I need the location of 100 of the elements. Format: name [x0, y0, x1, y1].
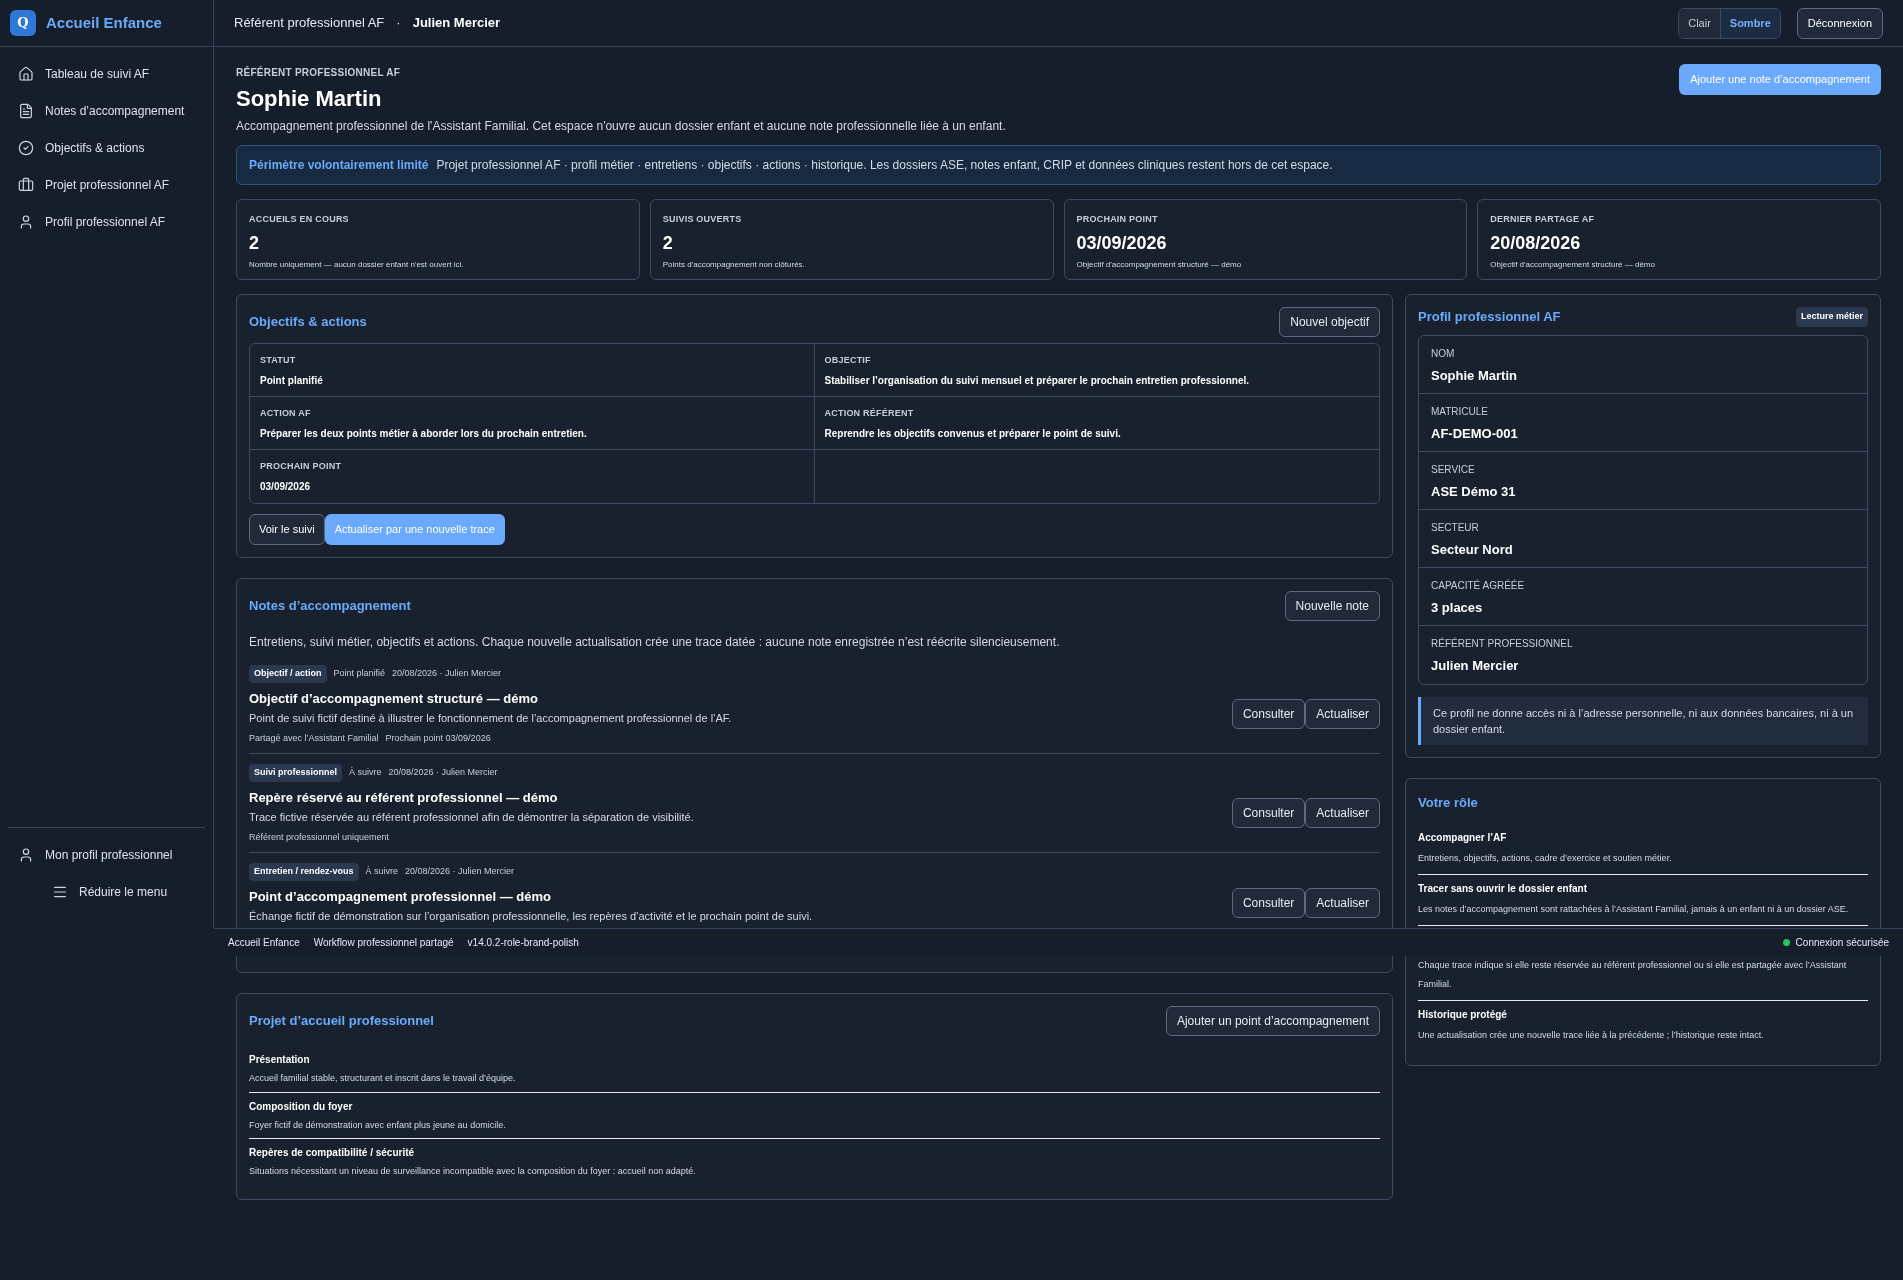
header-role: Référent professionnel AF	[234, 14, 385, 33]
page-eyebrow: RÉFÉRENT PROFESSIONNEL AF	[236, 65, 402, 80]
view-button[interactable]: Consulter	[1231, 887, 1306, 918]
stat-value: 2	[249, 231, 260, 255]
document-icon	[18, 102, 34, 119]
section-text: Situations nécessitant un niveau de surveillance incompatible avec la composition du foyer : accueil non adapté.	[249, 1165, 697, 1178]
field-label: SECTEUR	[1431, 520, 1480, 535]
note-status: Point planifié	[333, 667, 386, 680]
status-bar-text: Accueil Enfance	[228, 936, 300, 950]
status-bar-text: v14.0.2-role-brand-polish	[467, 936, 579, 950]
note-visibility: Prochain point 03/09/2026	[385, 731, 491, 745]
sidebar-item[interactable]: Objectifs & actions	[10, 129, 203, 166]
field-value: Préparer les deux points métier à aborder lors du prochain entretien.	[260, 426, 588, 441]
field-value: Stabiliser l’organisation du suivi mensuel et préparer le prochain entretien professionnel.	[824, 373, 1251, 388]
role-item-text: Les notes d’accompagnement sont rattachées à l’Assistant Familial, jamais à un enfant ni à un dossier ASE.	[1418, 903, 1850, 916]
field-label: ACCUEILS EN COURS	[249, 213, 350, 226]
section-title: Composition du foyer	[249, 1099, 354, 1114]
role-item-text: Entretiens, objectifs, actions, cadre d’exercice et soutien métier.	[1418, 852, 1673, 865]
view-button[interactable]: Voir le suivi	[249, 514, 325, 545]
sidebar-item[interactable]: Tableau de suivi AF	[10, 55, 203, 92]
view-button[interactable]: Consulter	[1231, 699, 1306, 729]
sidebar-item[interactable]: Réduire le menu	[8, 873, 205, 910]
home-icon	[18, 65, 34, 82]
note-tag: Objectif / action	[249, 665, 327, 683]
theme-option[interactable]: Clair	[1679, 8, 1720, 38]
section-text: Foyer fictif de démonstration avec enfant plus jeune au domicile.	[249, 1118, 507, 1132]
card-title: Notes d’accompagnement	[249, 597, 411, 616]
privacy-note: Ce profil ne donne accès ni à l’adresse personnelle, ni aux données bancaires, ni à un dossier enfant.	[1418, 696, 1868, 745]
field-label: PROCHAIN POINT	[260, 460, 343, 473]
field-value: 3 places	[1431, 598, 1484, 617]
note-description: Échange fictif de démonstration sur l’organisation professionnelle, les repères d’activité et le prochain point de suivi.	[249, 909, 814, 924]
notes-intro: Entretiens, suivi métier, objectifs et actions. Chaque nouvelle actualisation crée une trace datée : aucune note enregistrée n’est réécrite silencieusement.	[249, 634, 1061, 651]
field-label: MATRICULE	[1431, 404, 1490, 419]
note-title: Repère réservé au référent professionnel — démo	[249, 788, 559, 807]
field-value: ASE Démo 31	[1431, 482, 1517, 501]
field-label: NOM	[1431, 346, 1456, 361]
sidebar-item[interactable]: Profil professionnel AF	[10, 203, 203, 240]
update-button[interactable]: Actualiser	[1305, 887, 1380, 918]
field-value: AF-DEMO-001	[1431, 424, 1519, 443]
note-tag: Entretien / rendez-vous	[249, 863, 359, 881]
stat-value: 03/09/2026	[1076, 231, 1168, 255]
read-only-badge: Lecture métier	[1795, 307, 1868, 327]
note-description: Trace fictive réservée au référent professionnel afin de démontrer la séparation de visibilité.	[249, 810, 695, 825]
logout-button[interactable]: Déconnexion	[1796, 7, 1883, 39]
field-label: SERVICE	[1431, 462, 1476, 477]
note-description: Point de suivi fictif destiné à illustrer le fonctionnement de l’accompagnement professionnel de l’AF.	[249, 711, 733, 726]
field-value: Point planifié	[260, 373, 324, 388]
field-value: Reprendre les objectifs convenus et préparer le point de suivi.	[824, 426, 1122, 441]
note-title: Objectif d’accompagnement structuré — démo	[249, 689, 539, 708]
card-title: Votre rôle	[1418, 793, 1479, 812]
stat-value: 2	[662, 231, 674, 255]
note-tag: Suivi professionnel	[249, 764, 343, 782]
field-label: CAPACITÉ AGRÉÉE	[1431, 578, 1526, 593]
user-icon	[18, 213, 34, 230]
role-item-title: Accompagner l’AF	[1418, 831, 1508, 845]
role-item-text: Une actualisation crée une nouvelle trace liée à la précédente ; l’historique reste intact.	[1418, 1029, 1765, 1042]
section-title: Repères de compatibilité / sécurité	[249, 1146, 416, 1160]
header-user: Julien Mercier	[412, 14, 501, 33]
sidebar-item[interactable]: Mon profil professionnel	[8, 836, 205, 873]
note-meta: 20/08/2026 · Julien Mercier	[388, 766, 498, 779]
field-value: Julien Mercier	[1431, 656, 1520, 675]
update-button[interactable]: Actualiser	[1305, 798, 1380, 828]
theme-option[interactable]: Sombre	[1719, 8, 1780, 38]
field-label: STATUT	[260, 354, 297, 367]
field-label: PROCHAIN POINT	[1076, 213, 1159, 226]
field-label: RÉFÉRENT PROFESSIONNEL	[1431, 636, 1574, 651]
sidebar-item[interactable]: Projet professionnel AF	[10, 166, 203, 203]
field-value: Sophie Martin	[1431, 366, 1518, 385]
stat-value: 20/08/2026	[1490, 231, 1582, 255]
connection-status: Connexion sécurisée	[1795, 936, 1889, 950]
note-status: À suivre	[365, 865, 399, 878]
stat-caption: Objectif d'accompagnement structuré — démo	[1076, 258, 1243, 271]
field-label: DERNIER PARTAGE AF	[1490, 213, 1596, 226]
user-icon	[18, 846, 34, 863]
separator-dot: ·	[395, 14, 402, 33]
field-label: ACTION RÉFÉRENT	[824, 407, 915, 420]
field-value: Secteur Nord	[1431, 540, 1514, 559]
new-note-button[interactable]: Nouvelle note	[1284, 591, 1380, 621]
role-item-text: Chaque trace indique si elle reste réservée au référent professionnel ou si elle est partagée avec l’Assistant Familial.	[1418, 959, 1848, 991]
note-status: À suivre	[349, 766, 382, 779]
note-visibility: Partagé avec l’Assistant Familial	[249, 731, 379, 745]
section-text: Accueil familial stable, structurant et inscrit dans le travail d’équipe.	[249, 1072, 517, 1085]
stat-caption: Objectif d'accompagnement structuré — démo	[1490, 258, 1656, 271]
status-bar-text: Workflow professionnel partagé	[313, 936, 454, 950]
role-item-title: Historique protégé	[1418, 1008, 1508, 1022]
notice-label: Périmètre volontairement limité	[249, 157, 429, 174]
notice-text: Projet professionnel AF · profil métier · entretiens · objectifs · actions · historique. Les dossiers ASE, notes enfant, CRIP et données cliniques restent hors de cet espace.	[436, 157, 1333, 174]
sidebar-item[interactable]: Notes d’accompagnement	[10, 92, 203, 129]
new-objective-button[interactable]: Nouvel objectif	[1279, 307, 1380, 337]
field-label: ACTION AF	[260, 407, 312, 420]
note-title: Point d’accompagnement professionnel — démo	[249, 887, 552, 906]
note-meta: 20/08/2026 · Julien Mercier	[405, 865, 515, 878]
update-button[interactable]: Actualiser	[1305, 699, 1380, 729]
check-circle-icon	[18, 139, 34, 156]
note-visibility: Référent professionnel uniquement	[249, 830, 390, 844]
app-name: Accueil Enfance	[46, 12, 162, 33]
stat-caption: Points d'accompagnement non clôturés.	[662, 258, 806, 271]
section-title: Présentation	[249, 1053, 311, 1067]
add-point-button[interactable]: Ajouter un point d’accompagnement	[1165, 1006, 1380, 1036]
view-button[interactable]: Consulter	[1231, 798, 1306, 828]
